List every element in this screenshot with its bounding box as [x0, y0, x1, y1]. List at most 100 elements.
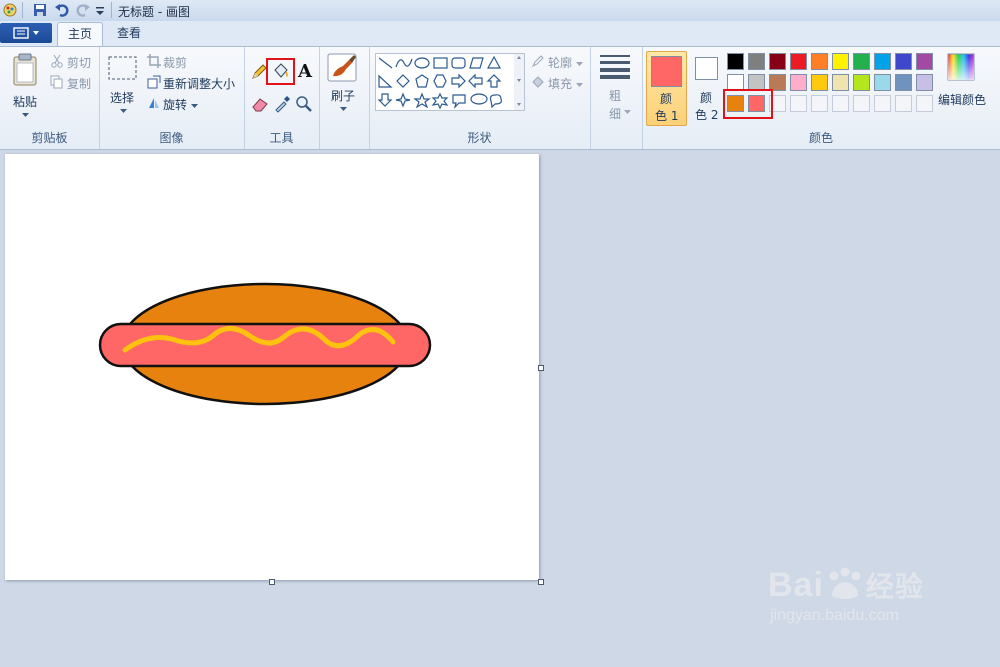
chevron-down-icon [340, 107, 347, 111]
tab-home[interactable]: 主页 [57, 22, 103, 46]
select-label: 选择 [110, 91, 135, 105]
rotate-button[interactable]: 旋转 [163, 96, 198, 113]
outline-button[interactable]: 轮廓 [548, 54, 583, 71]
resize-handle-corner[interactable] [538, 579, 544, 585]
empty-custom-swatch[interactable] [874, 95, 891, 112]
edit-colors-button[interactable]: 编辑颜色 [936, 51, 990, 125]
fill-icon [532, 76, 544, 88]
brushes-button[interactable]: 刷子 [325, 51, 365, 125]
palette-swatch[interactable] [748, 53, 765, 70]
color2-button[interactable]: 颜 色 2 [692, 51, 722, 126]
paste-button[interactable]: 粘贴 [6, 51, 44, 129]
tab-bar: 主页 查看 [0, 21, 1000, 46]
palette-swatch[interactable] [853, 53, 870, 70]
cut-button[interactable]: 剪切 [67, 54, 91, 71]
brushes-label: 刷子 [331, 89, 356, 103]
redo-icon[interactable] [75, 2, 91, 18]
color-picker-icon[interactable] [273, 95, 291, 113]
line-width-icon [600, 55, 630, 79]
clipboard-group: 粘贴 剪切 复制 剪贴板 [0, 47, 100, 149]
tools-group: A 工具 [244, 47, 320, 149]
edit-colors-label: 编辑颜色 [938, 93, 987, 107]
resize-handle-right[interactable] [538, 365, 544, 371]
empty-custom-swatch[interactable] [811, 95, 828, 112]
palette-swatch[interactable] [790, 53, 807, 70]
eraser-icon[interactable] [250, 95, 270, 113]
title-bar: 无标题 - 画图 [0, 0, 1000, 22]
size-group: 粗 细 [590, 47, 643, 149]
size-label-top: 粗 [609, 89, 622, 103]
shapes-group-label: 形状 [467, 131, 492, 145]
colors-group-label: 颜色 [808, 131, 833, 145]
chevron-down-icon [575, 83, 583, 87]
resize-button[interactable]: 重新调整大小 [163, 75, 235, 92]
empty-custom-swatch[interactable] [895, 95, 912, 112]
palette-swatch[interactable] [790, 74, 807, 91]
window-title: 无标题 - 画图 [118, 5, 190, 19]
palette-swatch[interactable] [916, 53, 933, 70]
palette-swatch[interactable] [769, 53, 786, 70]
palette-swatch[interactable] [832, 53, 849, 70]
highlight-box [723, 89, 773, 119]
scissors-icon [51, 54, 63, 68]
file-menu-button[interactable] [0, 23, 52, 43]
brushes-group: 刷子 [319, 47, 370, 149]
color2-label-top: 颜 [700, 91, 713, 105]
size-button[interactable]: 粗 细 [598, 53, 634, 127]
paste-label: 粘贴 [13, 95, 38, 109]
shapes-group: 轮廓 填充 形状 [369, 47, 591, 149]
menu-icon [13, 27, 39, 39]
selection-icon [108, 56, 137, 80]
crop-icon [147, 54, 161, 68]
palette-swatch[interactable] [874, 74, 891, 91]
paw-icon [829, 567, 861, 599]
watermark-brand-cn: 经验 [865, 571, 924, 602]
palette-swatch[interactable] [874, 53, 891, 70]
empty-custom-swatch[interactable] [790, 95, 807, 112]
brush-icon [327, 53, 357, 82]
chevron-down-icon [624, 110, 631, 114]
tools-group-label: 工具 [269, 131, 294, 145]
size-label-bottom: 细 [609, 107, 622, 121]
highlight-box [266, 58, 295, 85]
clipboard-icon [13, 53, 37, 86]
baidu-watermark: Bai 经验 jingyan.baidu.com [768, 565, 924, 625]
fill-button[interactable]: 填充 [548, 75, 583, 92]
save-icon[interactable] [32, 2, 48, 18]
empty-custom-swatch[interactable] [916, 95, 933, 112]
resize-handle-bottom[interactable] [269, 579, 275, 585]
watermark-url: jingyan.baidu.com [770, 607, 899, 624]
paint-app-icon[interactable] [2, 2, 18, 18]
select-button[interactable]: 选择 [107, 53, 141, 127]
customize-toolbar-icon[interactable] [95, 2, 105, 18]
palette-swatch[interactable] [832, 74, 849, 91]
shapes-gallery[interactable] [375, 53, 525, 111]
magnifier-icon[interactable] [295, 95, 313, 113]
color2-label-bottom: 色 2 [695, 108, 719, 122]
palette-swatch[interactable] [853, 74, 870, 91]
image-group: 选择 裁剪 重新调整大小 旋转 图像 [99, 47, 245, 149]
empty-custom-swatch[interactable] [832, 95, 849, 112]
watermark-brand: Bai [768, 566, 824, 604]
palette-swatch[interactable] [916, 74, 933, 91]
image-group-label: 图像 [159, 131, 184, 145]
palette-swatch[interactable] [895, 74, 912, 91]
text-tool-icon[interactable]: A [298, 61, 312, 82]
empty-custom-swatch[interactable] [853, 95, 870, 112]
palette-swatch[interactable] [895, 53, 912, 70]
crop-button[interactable]: 裁剪 [163, 54, 187, 71]
palette-swatch[interactable] [727, 53, 744, 70]
color1-label-top: 颜 [660, 92, 673, 106]
copy-icon [50, 75, 63, 89]
chevron-down-icon [120, 109, 127, 113]
color1-button[interactable]: 颜 色 1 [646, 51, 687, 126]
chevron-down-icon [575, 62, 583, 66]
palette-swatch[interactable] [811, 53, 828, 70]
rotate-icon [149, 98, 159, 108]
undo-icon[interactable] [54, 2, 70, 18]
copy-button[interactable]: 复制 [67, 75, 91, 92]
color-spectrum-icon [947, 53, 975, 81]
drawing-canvas[interactable] [5, 154, 539, 580]
tab-view[interactable]: 查看 [106, 22, 152, 45]
palette-swatch[interactable] [811, 74, 828, 91]
